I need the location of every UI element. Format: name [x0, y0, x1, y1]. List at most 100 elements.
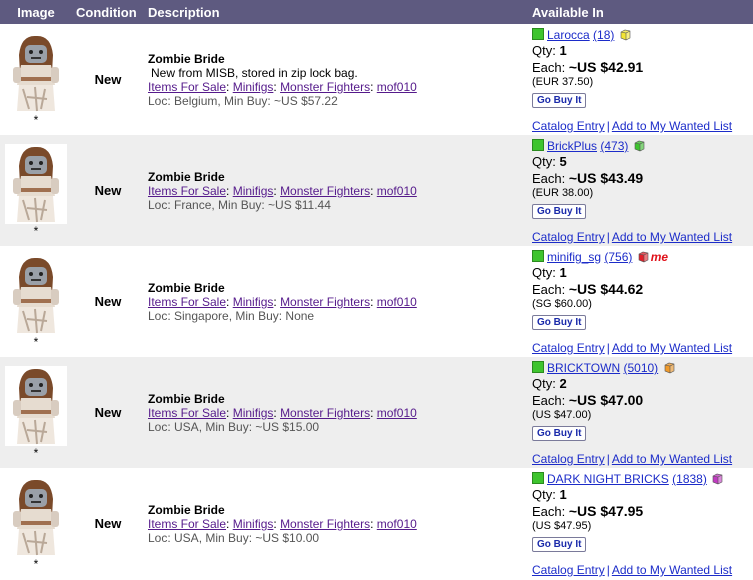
description-cell: Zombie Bride Items For Sale: Minifigs: M… — [144, 357, 528, 468]
store-link[interactable]: minifig_sg — [547, 250, 601, 264]
table-header-row: Image Condition Description Available In — [0, 0, 753, 24]
feedback-link[interactable]: (473) — [600, 139, 628, 153]
price-label: Each: — [532, 282, 569, 297]
catalog-entry-link[interactable]: Catalog Entry — [532, 563, 605, 577]
item-number-link[interactable]: mof010 — [377, 80, 417, 94]
store-status-icon — [532, 361, 544, 373]
add-to-wanted-list-link[interactable]: Add to My Wanted List — [612, 452, 732, 466]
category-link-items-for-sale[interactable]: Items For Sale — [148, 406, 226, 420]
minifig-thumbnail[interactable] — [5, 255, 67, 335]
image-cell: * — [0, 468, 72, 579]
add-to-wanted-list-link[interactable]: Add to My Wanted List — [612, 119, 732, 133]
go-buy-it-button[interactable]: Go Buy It — [532, 93, 587, 108]
location-text: Loc: USA, Min Buy: ~US $10.00 — [148, 530, 320, 545]
feedback-link[interactable]: (756) — [604, 250, 632, 264]
item-number-link[interactable]: mof010 — [377, 406, 417, 420]
original-price: (EUR 37.50) — [532, 76, 594, 88]
catalog-entry-link[interactable]: Catalog Entry — [532, 452, 605, 466]
quantity-line: Qty: 1 — [532, 265, 753, 281]
availability-cell: DARK NIGHT BRICKS (1838) Qty: 1 Each: ~U… — [528, 468, 753, 579]
feedback-link[interactable]: (18) — [593, 28, 614, 42]
store-link[interactable]: BRICKTOWN — [547, 361, 620, 375]
category-link-minifigs[interactable]: Minifigs — [233, 295, 274, 309]
condition-cell: New — [94, 294, 122, 309]
item-number-link[interactable]: mof010 — [377, 517, 417, 531]
category-breadcrumb: Items For Sale: Minifigs: Monster Fighte… — [148, 294, 417, 309]
category-link-monster-fighters[interactable]: Monster Fighters — [280, 184, 370, 198]
link-separator: | — [606, 341, 610, 355]
catalog-entry-link[interactable]: Catalog Entry — [532, 341, 605, 355]
category-link-monster-fighters[interactable]: Monster Fighters — [280, 295, 370, 309]
quantity-line: Qty: 2 — [532, 376, 753, 392]
location-text: Loc: Singapore, Min Buy: None — [148, 308, 315, 323]
location-text: Loc: USA, Min Buy: ~US $15.00 — [148, 419, 320, 434]
minifig-thumbnail[interactable] — [5, 477, 67, 557]
row-links: Catalog Entry | Add to My Wanted List — [532, 563, 732, 577]
store-box-icon — [634, 140, 645, 152]
item-title: Zombie Bride — [148, 502, 225, 517]
price-label: Each: — [532, 504, 569, 519]
quantity-label: Qty: — [532, 154, 560, 169]
description-cell: Zombie Bride New from MISB, stored in zi… — [144, 24, 528, 135]
catalog-entry-link[interactable]: Catalog Entry — [532, 119, 605, 133]
store-box-icon — [620, 29, 631, 41]
image-cell: * — [0, 246, 72, 357]
minifig-thumbnail[interactable] — [5, 33, 67, 113]
store-status-icon — [532, 472, 544, 484]
description-cell: Zombie Bride Items For Sale: Minifigs: M… — [144, 135, 528, 246]
price-label: Each: — [532, 171, 569, 186]
minifig-thumbnail[interactable] — [5, 366, 67, 446]
category-link-minifigs[interactable]: Minifigs — [233, 406, 274, 420]
store-box-icon — [638, 251, 649, 263]
add-to-wanted-list-link[interactable]: Add to My Wanted List — [612, 230, 732, 244]
category-link-monster-fighters[interactable]: Monster Fighters — [280, 406, 370, 420]
category-link-items-for-sale[interactable]: Items For Sale — [148, 295, 226, 309]
availability-cell: Larocca (18) Qty: 1 Each: ~US $42.91 (EU… — [528, 24, 753, 135]
store-link[interactable]: BrickPlus — [547, 139, 597, 153]
price-value: ~US $42.91 — [568, 59, 644, 75]
store-link[interactable]: DARK NIGHT BRICKS — [547, 472, 669, 486]
image-star: * — [33, 446, 39, 460]
quantity-value: 2 — [559, 376, 567, 391]
category-link-items-for-sale[interactable]: Items For Sale — [148, 80, 226, 94]
go-buy-it-button[interactable]: Go Buy It — [532, 204, 587, 219]
add-to-wanted-list-link[interactable]: Add to My Wanted List — [612, 341, 732, 355]
store-status-icon — [532, 250, 544, 262]
quantity-line: Qty: 1 — [532, 43, 753, 59]
availability-cell: minifig_sg (756) me Qty: 1 Each: ~US $44… — [528, 246, 753, 357]
go-buy-it-button[interactable]: Go Buy It — [532, 426, 587, 441]
go-buy-it-button[interactable]: Go Buy It — [532, 315, 587, 330]
link-separator: | — [606, 563, 610, 577]
feedback-link[interactable]: (1838) — [672, 472, 707, 486]
feedback-link[interactable]: (5010) — [623, 361, 658, 375]
header-available: Available In — [528, 0, 753, 24]
category-link-minifigs[interactable]: Minifigs — [233, 80, 274, 94]
minifig-thumbnail[interactable] — [5, 144, 67, 224]
location-text: Loc: Belgium, Min Buy: ~US $57.22 — [148, 93, 338, 108]
category-link-monster-fighters[interactable]: Monster Fighters — [280, 517, 370, 531]
store-box-icon — [712, 473, 723, 485]
go-buy-it-button[interactable]: Go Buy It — [532, 537, 587, 552]
category-link-minifigs[interactable]: Minifigs — [233, 517, 274, 531]
add-to-wanted-list-link[interactable]: Add to My Wanted List — [612, 563, 732, 577]
quantity-value: 1 — [559, 43, 567, 58]
item-number-link[interactable]: mof010 — [377, 295, 417, 309]
category-link-monster-fighters[interactable]: Monster Fighters — [280, 80, 370, 94]
quantity-value: 1 — [559, 487, 567, 502]
category-link-minifigs[interactable]: Minifigs — [233, 184, 274, 198]
category-link-items-for-sale[interactable]: Items For Sale — [148, 184, 226, 198]
price-value: ~US $43.49 — [568, 170, 644, 186]
row-links: Catalog Entry | Add to My Wanted List — [532, 341, 732, 355]
store-line: BRICKTOWN (5010) — [532, 360, 753, 376]
quantity-label: Qty: — [532, 487, 560, 502]
category-breadcrumb: Items For Sale: Minifigs: Monster Fighte… — [148, 405, 417, 420]
catalog-entry-link[interactable]: Catalog Entry — [532, 230, 605, 244]
category-breadcrumb: Items For Sale: Minifigs: Monster Fighte… — [148, 79, 417, 94]
store-link[interactable]: Larocca — [547, 28, 590, 42]
item-title: Zombie Bride — [148, 280, 225, 295]
item-number-link[interactable]: mof010 — [377, 184, 417, 198]
category-link-items-for-sale[interactable]: Items For Sale — [148, 517, 226, 531]
header-image: Image — [0, 0, 72, 24]
image-cell: * — [0, 24, 72, 135]
row-links: Catalog Entry | Add to My Wanted List — [532, 452, 732, 466]
